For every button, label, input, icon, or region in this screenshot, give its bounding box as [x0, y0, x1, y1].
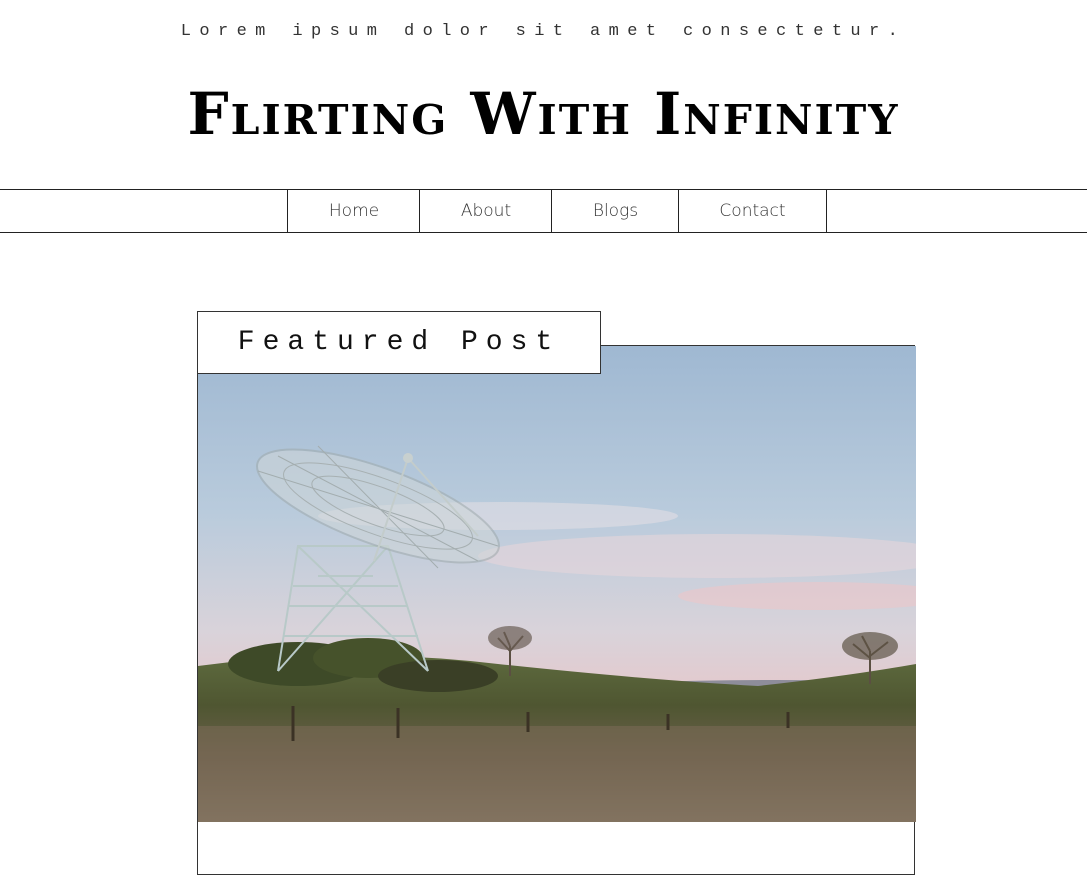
site-tagline: Lorem ipsum dolor sit amet consectetur. [180, 22, 907, 41]
telescope-photo [198, 346, 916, 822]
featured-post-image[interactable] [198, 346, 916, 822]
nav-home-link[interactable]: Home [287, 190, 420, 232]
main-nav: Home About Blogs Contact [0, 189, 1087, 233]
featured-post-label: Featured Post [197, 311, 601, 374]
nav-blogs-link[interactable]: Blogs [551, 190, 679, 232]
site-title[interactable]: Flirting With Infinity [0, 82, 1087, 146]
nav-about-link[interactable]: About [419, 190, 552, 232]
nav-contact-link[interactable]: Contact [678, 190, 827, 232]
